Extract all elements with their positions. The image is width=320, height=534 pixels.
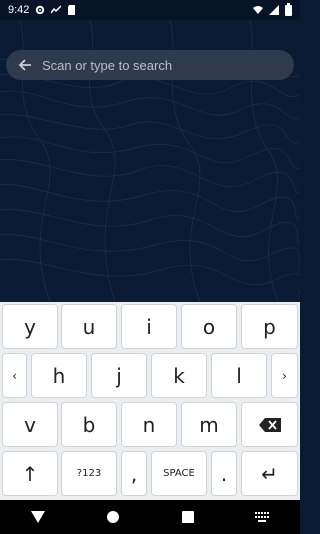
battery-icon: [285, 2, 292, 16]
key-space[interactable]: SPACE: [151, 451, 207, 496]
on-screen-keyboard: y u i o p ‹ h j k l › v b n m ↑ ?123 , S…: [0, 302, 300, 512]
keyboard-switch-icon[interactable]: [253, 507, 273, 527]
activity-icon: [51, 5, 62, 14]
key-cursor-left[interactable]: ‹: [2, 353, 27, 398]
key-p[interactable]: p: [241, 304, 298, 349]
main-content: Scan or type to search: [0, 20, 300, 302]
key-h[interactable]: h: [31, 353, 87, 398]
key-symbols[interactable]: ?123: [61, 451, 117, 496]
status-bar: 9:42: [0, 0, 300, 20]
key-i[interactable]: i: [121, 304, 177, 349]
key-enter[interactable]: ↵: [241, 451, 298, 496]
keyboard-row-1: y u i o p: [0, 304, 300, 352]
key-v[interactable]: v: [2, 402, 58, 447]
key-shift[interactable]: ↑: [2, 451, 58, 496]
backspace-icon: [258, 417, 281, 432]
sdcard-icon: [68, 5, 76, 15]
key-delete[interactable]: [241, 402, 298, 447]
keyboard-row-2: ‹ h j k l ›: [0, 353, 300, 401]
wifi-icon: [253, 6, 263, 14]
key-j[interactable]: j: [91, 353, 147, 398]
key-k[interactable]: k: [151, 353, 207, 398]
square-recents-icon[interactable]: [178, 507, 198, 527]
key-b[interactable]: b: [61, 402, 117, 447]
status-time: 9:42: [8, 4, 30, 16]
key-o[interactable]: o: [181, 304, 237, 349]
key-m[interactable]: m: [181, 402, 237, 447]
navigation-bar: [0, 500, 300, 534]
status-left: 9:42: [8, 4, 77, 16]
key-comma[interactable]: ,: [121, 451, 147, 496]
triangle-back-icon[interactable]: [28, 507, 48, 527]
keyboard-row-4: ↑ ?123 , SPACE . ↵: [0, 451, 300, 499]
key-l[interactable]: l: [211, 353, 267, 398]
circle-home-icon[interactable]: [103, 507, 123, 527]
search-bar[interactable]: Scan or type to search: [6, 50, 294, 80]
gear-icon: [36, 5, 45, 15]
keyboard-row-3: v b n m: [0, 402, 300, 450]
arrow-left-icon[interactable]: [16, 56, 34, 74]
key-y[interactable]: y: [2, 304, 58, 349]
key-cursor-right[interactable]: ›: [271, 353, 298, 398]
key-period[interactable]: .: [211, 451, 237, 496]
status-right: [253, 2, 292, 16]
search-placeholder[interactable]: Scan or type to search: [42, 58, 172, 73]
key-u[interactable]: u: [61, 304, 117, 349]
signal-icon: [269, 5, 279, 15]
key-n[interactable]: n: [121, 402, 177, 447]
